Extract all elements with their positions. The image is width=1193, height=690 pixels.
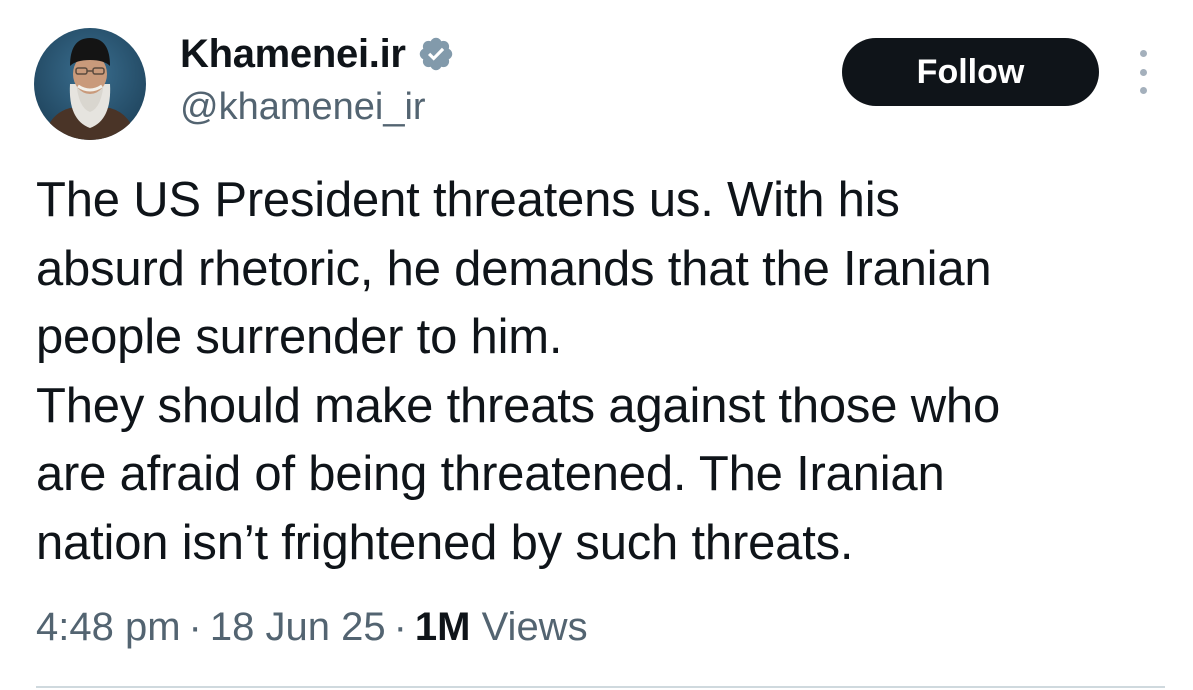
author-display-name[interactable]: Khamenei.ir <box>180 30 406 78</box>
views-label: Views <box>481 605 588 649</box>
tweet-text-line: absurd rhetoric, he demands that the Ira… <box>36 241 992 296</box>
tweet-metadata: 4:48 pm · 18 Jun 25 · 1M Views <box>36 600 588 654</box>
meta-separator: · <box>393 605 407 649</box>
tweet-text-line: people surrender to him. <box>36 310 563 364</box>
author-handle[interactable]: @khamenei_ir <box>180 84 426 130</box>
tweet-body: The US President threatens us. With his … <box>36 166 1146 577</box>
views-count: 1M <box>414 605 471 649</box>
verified-badge-glyph <box>419 37 452 71</box>
follow-button[interactable]: Follow <box>842 38 1099 106</box>
tweet-text-line: The US President threatens us. With his <box>36 173 900 227</box>
tweet-date[interactable]: 18 Jun 25 <box>210 605 386 649</box>
divider <box>36 686 1165 688</box>
more-dot <box>1139 50 1147 57</box>
more-dot <box>1139 87 1147 94</box>
meta-separator: · <box>188 605 202 649</box>
avatar-portrait-image <box>34 28 146 140</box>
tweet-text-line: nation isn’t frightened by such threats. <box>36 515 854 570</box>
more-dot <box>1139 68 1147 76</box>
tweet-time[interactable]: 4:48 pm <box>36 605 181 649</box>
more-options-icon[interactable] <box>1128 50 1158 94</box>
author-avatar[interactable] <box>34 28 146 140</box>
tweet-text-line: are afraid of being threatened. The Iran… <box>36 447 945 501</box>
tweet-text-line: They should make threats against those w… <box>36 378 1000 433</box>
verified-badge-icon[interactable] <box>416 34 456 74</box>
